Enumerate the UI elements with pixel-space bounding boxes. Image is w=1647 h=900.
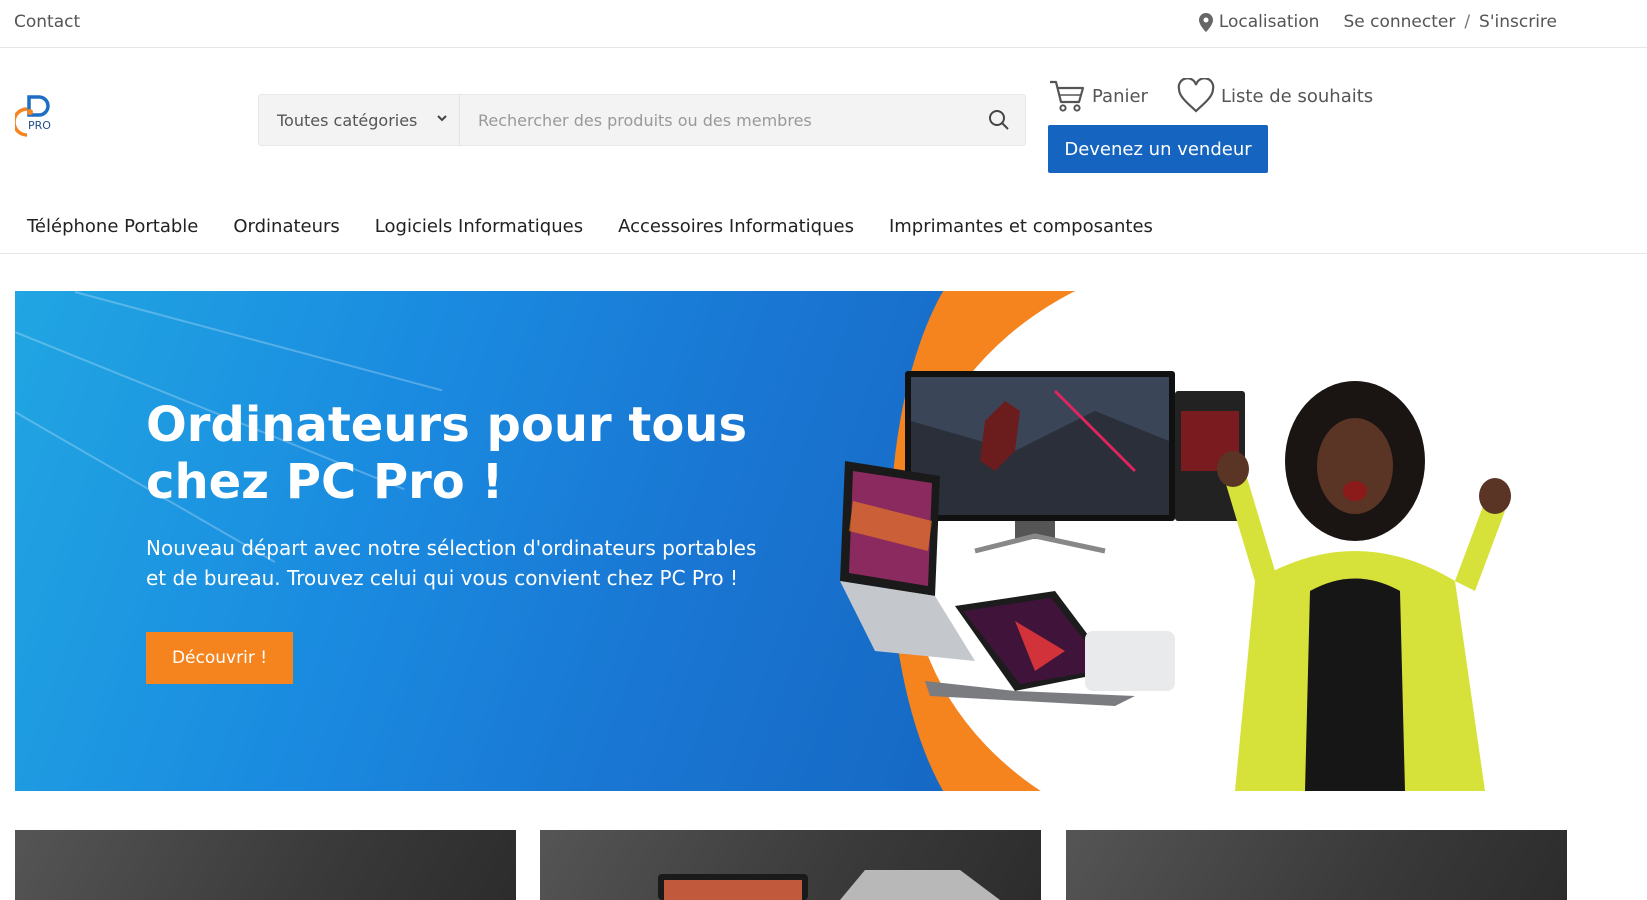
category-nav: Téléphone Portable Ordinateurs Logiciels…	[0, 200, 1647, 254]
category-select[interactable]: Toutes catégories	[259, 95, 460, 145]
search-bar: Toutes catégories	[258, 94, 1026, 146]
logo-icon: PRO	[12, 95, 51, 137]
location-pin-icon	[1198, 12, 1213, 32]
location-label: Localisation	[1218, 12, 1320, 32]
hero-title: Ordinateurs pour tous chez PC Pro !	[146, 397, 766, 511]
hero-title-line1: Ordinateurs pour tous	[146, 397, 748, 453]
cart-icon	[1050, 80, 1085, 112]
hero-text: Nouveau départ avec notre sélection d'or…	[146, 533, 786, 593]
location-link[interactable]: Localisation	[1198, 12, 1320, 32]
product-card[interactable]	[15, 830, 516, 900]
category-select-label: Toutes catégories	[277, 110, 418, 130]
link-separator: /	[1464, 12, 1471, 32]
search-icon	[989, 110, 1009, 130]
nav-item-telephone[interactable]: Téléphone Portable	[27, 216, 198, 237]
cart-label: Panier	[1092, 85, 1148, 107]
hero-text-line2: et de bureau. Trouvez celui qui vous con…	[146, 566, 738, 590]
nav-item-logiciels[interactable]: Logiciels Informatiques	[375, 216, 583, 237]
account-links: Localisation Se connecter / S'inscrire	[1198, 12, 1557, 32]
light-streak	[74, 291, 443, 392]
nav-item-accessoires[interactable]: Accessoires Informatiques	[618, 216, 854, 237]
hero-product-illustration	[840, 371, 1511, 791]
search-button[interactable]	[973, 95, 1025, 145]
hero-banner: Ordinateurs pour tous chez PC Pro ! Nouv…	[15, 291, 1560, 791]
logo-text: PRO	[28, 119, 51, 132]
product-card[interactable]	[1066, 830, 1567, 900]
discover-button[interactable]: Découvrir !	[146, 632, 293, 684]
gaming-monitor	[905, 371, 1175, 554]
register-link[interactable]: S'inscrire	[1479, 12, 1557, 32]
hero-title-line2: chez PC Pro !	[146, 454, 504, 510]
cart-link[interactable]: Panier	[1048, 78, 1148, 114]
chevron-down-icon	[437, 115, 447, 122]
search-input[interactable]	[460, 95, 973, 145]
hero-text-line1: Nouveau départ avec notre sélection d'or…	[146, 536, 757, 560]
heart-icon	[1177, 78, 1215, 113]
nav-item-imprimantes[interactable]: Imprimantes et composantes	[889, 216, 1153, 237]
product-card[interactable]	[540, 830, 1041, 900]
become-vendor-button[interactable]: Devenez un vendeur	[1048, 125, 1268, 173]
wishlist-link[interactable]: Liste de souhaits	[1177, 78, 1373, 114]
mac-mini	[1085, 631, 1175, 691]
login-link[interactable]: Se connecter	[1343, 12, 1455, 32]
nav-item-ordinateurs[interactable]: Ordinateurs	[233, 216, 339, 237]
top-utility-bar: Contact Localisation Se connecter / S'in…	[0, 0, 1647, 48]
laptop-thumbnail	[658, 870, 1000, 900]
person-cheering	[1217, 381, 1511, 791]
site-logo[interactable]: PRO	[12, 93, 59, 139]
wishlist-label: Liste de souhaits	[1221, 85, 1374, 107]
contact-link[interactable]: Contact	[14, 12, 80, 32]
